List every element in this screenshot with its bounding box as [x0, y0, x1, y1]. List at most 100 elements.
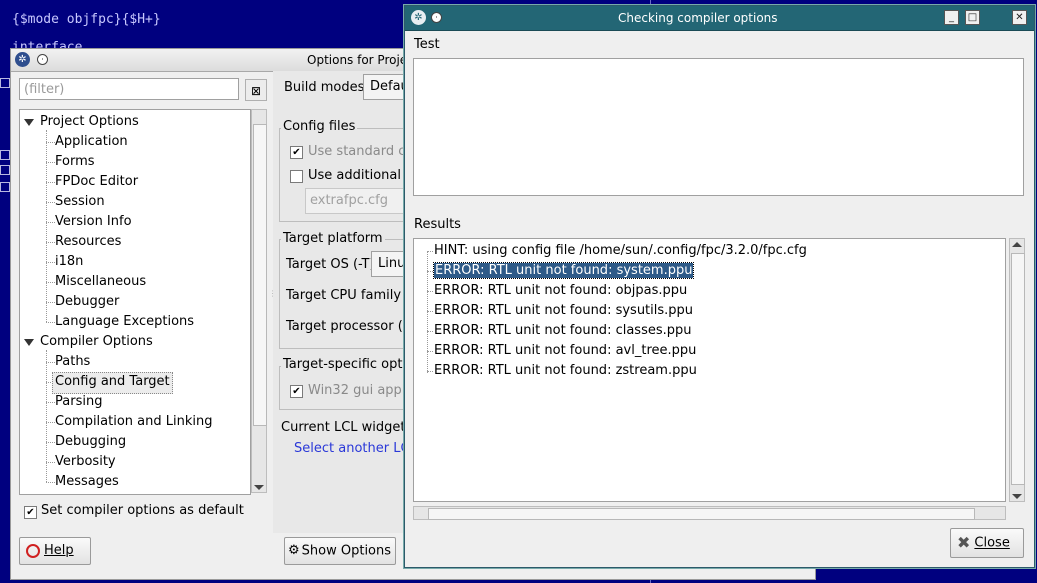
- maximize-button[interactable]: □: [965, 10, 980, 25]
- result-line[interactable]: ERROR: RTL unit not found: system.ppu: [432, 261, 695, 281]
- close-icon: ✕: [1015, 12, 1024, 23]
- result-line[interactable]: ERROR: RTL unit not found: objpas.ppu: [434, 281, 687, 301]
- config-files-title: Config files: [281, 119, 358, 134]
- results-guide-line: [427, 251, 433, 252]
- tree-item-session[interactable]: Session: [55, 192, 105, 212]
- results-guide-line: [427, 271, 433, 272]
- options-tree[interactable]: Project Options Application Forms FPDoc Edi…: [19, 109, 251, 495]
- clear-filter-button[interactable]: ⊠: [245, 79, 267, 101]
- additional-config-file-input[interactable]: extrafpc.cfg: [305, 188, 415, 214]
- tree-item-project-options[interactable]: Project Options: [40, 112, 139, 132]
- target-platform-title: Target platform: [281, 231, 385, 246]
- tree-item-parsing[interactable]: Parsing: [55, 392, 102, 412]
- help-button[interactable]: Help: [19, 537, 91, 565]
- tree-guide-line: [46, 202, 55, 203]
- tree-guide-line: [46, 362, 55, 363]
- tree-guide-line: [46, 402, 55, 403]
- set-default-checkbox[interactable]: ✔: [24, 506, 37, 519]
- filter-input[interactable]: (filter): [19, 78, 239, 100]
- close-button[interactable]: ✖ Close: [950, 528, 1024, 558]
- tree-item-debugging[interactable]: Debugging: [55, 432, 126, 452]
- results-guide-line: [427, 291, 433, 292]
- tree-item-compiler-options[interactable]: Compiler Options: [40, 332, 153, 352]
- results-horizontal-scrollbar[interactable]: [413, 506, 1006, 520]
- tree-item-messages[interactable]: Messages: [55, 472, 119, 492]
- tree-item-miscellaneous[interactable]: Miscellaneous: [55, 272, 146, 292]
- check-titlebar[interactable]: ✲ · Checking compiler options _ □ ✕: [405, 6, 1034, 31]
- tree-item-forms[interactable]: Forms: [55, 152, 95, 172]
- result-line[interactable]: ERROR: RTL unit not found: classes.ppu: [434, 321, 692, 341]
- tree-item-config-and-target[interactable]: Config and Target: [52, 372, 173, 394]
- sticky-pin-icon[interactable]: ·: [431, 12, 442, 23]
- tree-item-application[interactable]: Application: [55, 132, 128, 152]
- results-label: Results: [414, 217, 461, 232]
- tree-item-resources[interactable]: Resources: [55, 232, 121, 252]
- test-output-memo[interactable]: [413, 58, 1024, 196]
- scroll-down-icon[interactable]: [254, 485, 264, 490]
- minimize-button[interactable]: _: [944, 10, 959, 25]
- results-tree[interactable]: HINT: using config file /home/sun/.confi…: [413, 238, 1006, 502]
- gear-icon: ⚙: [288, 543, 300, 558]
- scroll-up-icon[interactable]: [1012, 242, 1022, 247]
- use-standard-config-checkbox[interactable]: ✔: [290, 146, 303, 159]
- scroll-down-icon[interactable]: [1012, 494, 1022, 499]
- result-line-text: ERROR: RTL unit not found: system.ppu: [432, 262, 695, 279]
- tree-guide-line: [46, 262, 55, 263]
- fold-marker-4[interactable]: [0, 182, 10, 192]
- results-vscroll-thumb[interactable]: [1011, 253, 1025, 485]
- tree-item-debugger[interactable]: Debugger: [55, 292, 119, 312]
- tree-guide-line: [46, 282, 55, 283]
- test-label: Test: [414, 37, 440, 52]
- results-guide-line: [427, 331, 433, 332]
- checking-compiler-options-window: ✲ · Checking compiler options _ □ ✕ Test…: [404, 5, 1035, 568]
- pane-splitter[interactable]: ⋮: [269, 289, 277, 298]
- set-default-label: Set compiler options as default: [41, 503, 244, 518]
- tree-item-i18n[interactable]: i18n: [55, 252, 83, 272]
- use-additional-config-checkbox[interactable]: [290, 170, 303, 183]
- fold-marker-3[interactable]: [0, 165, 10, 175]
- close-button-label: Close: [974, 535, 1010, 551]
- result-line[interactable]: ERROR: RTL unit not found: avl_tree.ppu: [434, 341, 696, 361]
- tree-guide-line: [46, 302, 55, 303]
- result-line[interactable]: HINT: using config file /home/sun/.confi…: [434, 241, 807, 261]
- tree-scrollbar[interactable]: [251, 109, 267, 493]
- win32-gui-checkbox[interactable]: ✔: [290, 385, 303, 398]
- close-x-icon: ✖: [957, 533, 971, 552]
- tree-guide-line: [46, 182, 55, 183]
- editor-line-1: {$mode objfpc}{$H+}: [12, 12, 161, 27]
- results-guide-line: [427, 351, 433, 352]
- results-guide-line: [427, 311, 433, 312]
- result-line-text: ERROR: RTL unit not found: sysutils.ppu: [434, 303, 694, 318]
- results-vertical-scrollbar[interactable]: [1009, 238, 1025, 502]
- close-window-button[interactable]: ✕: [1012, 10, 1027, 25]
- tree-expander-icon[interactable]: [24, 119, 34, 126]
- target-os-label: Target OS (-T): [286, 257, 375, 272]
- show-options-button-label: Show Options: [301, 543, 392, 559]
- results-hscroll-thumb[interactable]: [428, 508, 975, 520]
- show-options-button[interactable]: ⚙ Show Options: [284, 537, 396, 565]
- sticky-pin-icon[interactable]: ·: [37, 54, 48, 65]
- tree-item-paths[interactable]: Paths: [55, 352, 90, 372]
- result-line-text: HINT: using config file /home/sun/.confi…: [434, 243, 807, 258]
- result-line[interactable]: ERROR: RTL unit not found: zstream.ppu: [434, 361, 697, 381]
- results-guide-line: [427, 251, 428, 373]
- tree-item-language-exceptions[interactable]: Language Exceptions: [55, 312, 194, 332]
- tree-guide-line: [46, 222, 55, 223]
- tree-item-fpdoc-editor[interactable]: FPDoc Editor: [55, 172, 138, 192]
- fold-marker-2[interactable]: [0, 150, 10, 160]
- target-cpu-label: Target CPU family (-: [286, 288, 415, 303]
- tree-scrollbar-thumb[interactable]: [253, 124, 267, 426]
- tree-expander-icon[interactable]: [24, 339, 34, 346]
- result-line-text: ERROR: RTL unit not found: avl_tree.ppu: [434, 343, 697, 358]
- tree-item-version-info[interactable]: Version Info: [55, 212, 132, 232]
- lazarus-app-icon: ✲: [411, 10, 426, 25]
- result-line[interactable]: ERROR: RTL unit not found: sysutils.ppu: [434, 301, 693, 321]
- select-lcl-link[interactable]: Select another LCL: [294, 441, 417, 456]
- tree-item-compilation-and-linking[interactable]: Compilation and Linking: [55, 412, 213, 432]
- fold-marker-1[interactable]: [0, 78, 10, 88]
- minimize-icon: _: [949, 12, 954, 23]
- target-specific-title: Target-specific optio: [281, 357, 417, 372]
- tree-item-verbosity[interactable]: Verbosity: [55, 452, 116, 472]
- maximize-icon: □: [967, 12, 978, 23]
- result-line-text: ERROR: RTL unit not found: zstream.ppu: [434, 363, 697, 378]
